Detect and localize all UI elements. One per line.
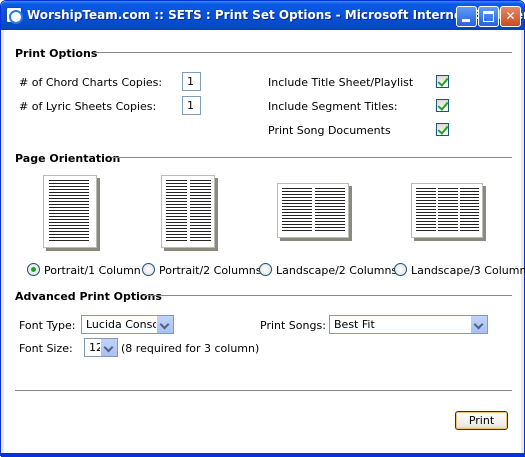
- close-icon: ✕: [505, 9, 516, 23]
- window-title: WorshipTeam.com :: SETS : Print Set Opti…: [27, 8, 525, 22]
- include-title-checkbox[interactable]: [436, 75, 449, 88]
- browser-window: WorshipTeam.com :: SETS : Print Set Opti…: [0, 0, 525, 457]
- portrait-1col-label: Portrait/1 Column: [44, 264, 141, 277]
- landscape-2col-preview[interactable]: [277, 183, 349, 238]
- chevron-down-icon: [470, 316, 487, 333]
- print-songs-select[interactable]: Best Fit: [329, 315, 488, 334]
- maximize-button[interactable]: [478, 6, 499, 27]
- advanced-options-heading: Advanced Print Options: [15, 290, 162, 303]
- chord-copies-label: # of Chord Charts Copies:: [19, 76, 163, 89]
- font-type-label: Font Type:: [19, 319, 76, 332]
- chord-copies-input[interactable]: 1: [182, 72, 201, 91]
- print-options-heading: Print Options: [15, 47, 98, 60]
- portrait-2col-label: Portrait/2 Columns: [159, 264, 262, 277]
- minimize-icon: [462, 19, 470, 22]
- font-size-label: Font Size:: [19, 342, 73, 355]
- include-title-label: Include Title Sheet/Playlist: [268, 76, 414, 89]
- chevron-down-icon: [100, 339, 117, 356]
- landscape-3col-radio[interactable]: [394, 263, 407, 276]
- include-segment-label: Include Segment Titles:: [268, 100, 398, 113]
- include-segment-checkbox[interactable]: [436, 99, 449, 112]
- landscape-3col-label: Landscape/3 Columns: [411, 264, 525, 277]
- landscape-2col-radio[interactable]: [259, 263, 272, 276]
- print-songs-label: Print Songs:: [260, 319, 326, 332]
- print-song-docs-checkbox[interactable]: [436, 123, 449, 136]
- print-songs-value: Best Fit: [334, 318, 375, 331]
- page-orientation-heading: Page Orientation: [15, 152, 121, 165]
- print-options-rule: [94, 52, 512, 53]
- portrait-2col-radio[interactable]: [142, 263, 155, 276]
- chevron-down-icon: [156, 316, 173, 333]
- lyric-copies-input[interactable]: 1: [182, 96, 201, 115]
- font-size-note: (8 required for 3 column): [121, 342, 260, 355]
- minimize-button[interactable]: [456, 6, 477, 27]
- footer-rule: [15, 390, 512, 391]
- print-song-docs-label: Print Song Documents: [268, 124, 391, 137]
- font-type-select[interactable]: Lucida Console: [81, 315, 174, 334]
- maximize-icon: [483, 11, 494, 22]
- page-content: Print Options # of Chord Charts Copies: …: [4, 30, 525, 453]
- portrait-1col-preview[interactable]: [43, 175, 97, 248]
- font-size-select[interactable]: 12: [84, 338, 118, 357]
- landscape-2col-label: Landscape/2 Columns: [276, 264, 398, 277]
- print-button[interactable]: Print: [455, 411, 508, 430]
- portrait-2col-preview[interactable]: [161, 175, 215, 248]
- lyric-copies-label: # of Lyric Sheets Copies:: [19, 100, 157, 113]
- window-bottom-border: [1, 453, 525, 457]
- portrait-1col-radio[interactable]: [27, 263, 40, 276]
- title-bar[interactable]: WorshipTeam.com :: SETS : Print Set Opti…: [1, 1, 525, 30]
- ie-app-icon: [6, 7, 23, 24]
- advanced-options-rule: [144, 295, 512, 296]
- landscape-3col-preview[interactable]: [411, 183, 483, 238]
- close-button[interactable]: ✕: [500, 6, 521, 27]
- page-orientation-rule: [112, 157, 512, 158]
